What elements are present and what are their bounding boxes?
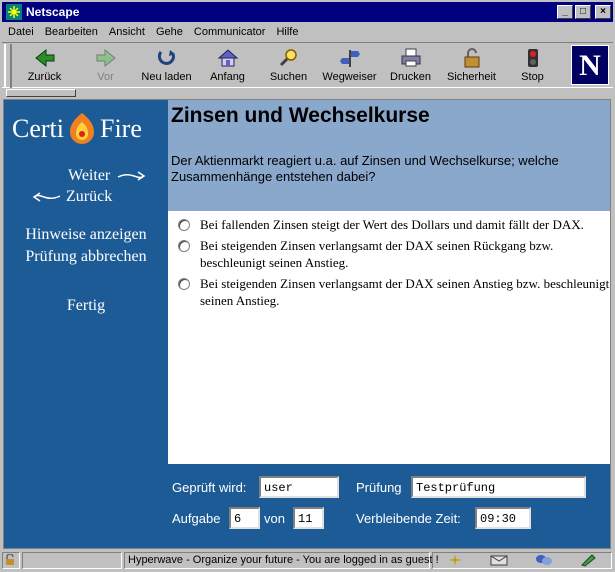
collapsed-location-bar bbox=[2, 89, 613, 97]
exam-info-bar: Geprüft wird: user Prüfung Testprüfung A… bbox=[168, 464, 610, 548]
status-message: Hyperwave - Organize your future - You a… bbox=[128, 554, 439, 566]
next-link[interactable]: Weiter bbox=[68, 167, 146, 185]
stop-button-label: Stop bbox=[521, 71, 544, 83]
menu-datei[interactable]: Datei bbox=[8, 26, 34, 38]
brand-right: Fire bbox=[100, 114, 142, 143]
print-button[interactable]: Drucken bbox=[380, 43, 441, 87]
stop-button[interactable]: Stop bbox=[502, 43, 563, 87]
search-button[interactable]: Suchen bbox=[258, 43, 319, 87]
security-button-label: Sicherheit bbox=[447, 71, 496, 83]
back-arrow-icon bbox=[34, 48, 54, 68]
newsgroup-icon[interactable] bbox=[535, 553, 553, 567]
progress-cell bbox=[22, 551, 122, 569]
netscape-logo[interactable]: N bbox=[571, 45, 609, 85]
print-icon bbox=[401, 48, 420, 67]
answer-text-2: Bei steigenden Zinsen verlangsamt der DA… bbox=[200, 238, 554, 270]
forward-arrow-icon bbox=[96, 48, 116, 68]
window-title: Netscape bbox=[26, 5, 80, 19]
title-bar: Netscape _ □ × bbox=[0, 0, 615, 22]
right-arrow-icon bbox=[117, 171, 146, 181]
answer-radio-2[interactable] bbox=[178, 240, 190, 252]
flame-icon bbox=[70, 113, 94, 144]
menu-bar: Datei Bearbeiten Ansicht Gehe Communicat… bbox=[2, 22, 613, 41]
certifire-logo: Certi Fire bbox=[12, 112, 142, 146]
minimize-button[interactable]: _ bbox=[557, 5, 573, 19]
netscape-app-icon bbox=[6, 4, 22, 20]
home-button[interactable]: Anfang bbox=[197, 43, 258, 87]
status-message-cell: Hyperwave - Organize your future - You a… bbox=[124, 551, 439, 569]
question-text: Der Aktienmarkt reagiert u.a. auf Zinsen… bbox=[171, 153, 559, 184]
forward-button[interactable]: Vor bbox=[75, 43, 136, 87]
menu-bearbeiten[interactable]: Bearbeiten bbox=[45, 26, 98, 38]
question-area: Zinsen und Wechselkurse Der Aktienmarkt … bbox=[168, 100, 610, 464]
answer-radio-3[interactable] bbox=[178, 278, 190, 290]
reload-button[interactable]: Neu laden bbox=[136, 43, 197, 87]
exam-label: Prüfung bbox=[356, 480, 402, 495]
question-title: Zinsen und Wechselkurse bbox=[171, 104, 430, 127]
brand-left: Certi bbox=[12, 114, 64, 143]
mail-icon[interactable] bbox=[490, 553, 508, 567]
remaining-time-label: Verbleibende Zeit: bbox=[356, 511, 461, 526]
lock-icon bbox=[464, 48, 479, 68]
location-bar-tab[interactable] bbox=[6, 89, 76, 97]
print-button-label: Drucken bbox=[390, 71, 431, 83]
examinee-field[interactable]: user bbox=[259, 476, 339, 498]
toolbar-grip[interactable] bbox=[4, 44, 12, 88]
reload-button-label: Neu laden bbox=[141, 71, 192, 83]
home-icon bbox=[217, 49, 238, 67]
status-bar: Hyperwave - Organize your future - You a… bbox=[2, 550, 613, 570]
close-button[interactable]: × bbox=[595, 5, 611, 19]
answer-text-1: Bei fallenden Zinsen steigt der Wert des… bbox=[200, 217, 584, 232]
answer-option: Bei steigenden Zinsen verlangsamt der DA… bbox=[168, 237, 610, 271]
guide-button[interactable]: Wegweiser bbox=[319, 43, 380, 87]
menu-hilfe[interactable]: Hilfe bbox=[276, 26, 298, 38]
maximize-button[interactable]: □ bbox=[575, 5, 591, 19]
guide-icon bbox=[339, 50, 360, 67]
exam-field[interactable]: Testprüfung bbox=[411, 476, 586, 498]
component-bar bbox=[432, 551, 612, 569]
security-button[interactable]: Sicherheit bbox=[441, 43, 502, 87]
reload-icon bbox=[157, 50, 175, 65]
abort-exam-link[interactable]: Prüfung abbrechen bbox=[4, 248, 168, 266]
sidebar: Certi Fire Weiter Zurück Hinweise anzeig… bbox=[4, 100, 168, 548]
of-label: von bbox=[264, 511, 285, 526]
answer-option: Bei steigenden Zinsen verlangsamt der DA… bbox=[168, 275, 610, 309]
left-arrow-icon bbox=[32, 192, 61, 202]
security-status-cell[interactable] bbox=[2, 551, 20, 569]
show-hints-link[interactable]: Hinweise anzeigen bbox=[4, 226, 168, 244]
back-link-label: Zurück bbox=[66, 188, 113, 205]
home-button-label: Anfang bbox=[210, 71, 245, 83]
back-button[interactable]: Zurück bbox=[14, 43, 75, 87]
guide-button-label: Wegweiser bbox=[322, 71, 377, 83]
search-button-label: Suchen bbox=[269, 71, 308, 83]
answer-radio-1[interactable] bbox=[178, 219, 190, 231]
back-button-label: Zurück bbox=[27, 71, 62, 83]
back-link[interactable]: Zurück bbox=[32, 188, 112, 206]
navigation-toolbar: Zurück Vor Neu laden Anfang Suchen Wegwe… bbox=[2, 42, 613, 88]
stop-icon bbox=[527, 49, 538, 67]
task-label: Aufgabe bbox=[172, 511, 221, 526]
remaining-time-field[interactable]: 09:30 bbox=[475, 507, 531, 529]
done-link[interactable]: Fertig bbox=[4, 297, 168, 315]
search-icon bbox=[279, 49, 297, 67]
menu-gehe[interactable]: Gehe bbox=[156, 26, 183, 38]
open-lock-icon bbox=[6, 554, 14, 565]
answer-option: Bei fallenden Zinsen steigt der Wert des… bbox=[168, 216, 610, 233]
examinee-label: Geprüft wird: bbox=[172, 480, 247, 495]
menu-ansicht[interactable]: Ansicht bbox=[109, 26, 145, 38]
next-link-label: Weiter bbox=[68, 167, 111, 184]
question-header: Zinsen und Wechselkurse Der Aktienmarkt … bbox=[168, 100, 610, 211]
answer-options: Bei fallenden Zinsen steigt der Wert des… bbox=[168, 216, 610, 313]
menu-communicator[interactable]: Communicator bbox=[194, 26, 266, 38]
page-content: Certi Fire Weiter Zurück Hinweise anzeig… bbox=[3, 99, 611, 549]
task-total-field[interactable]: 11 bbox=[293, 507, 324, 529]
task-number-field[interactable]: 6 bbox=[229, 507, 260, 529]
navigator-icon[interactable] bbox=[447, 553, 463, 567]
composer-icon[interactable] bbox=[580, 553, 598, 567]
answer-text-3: Bei steigenden Zinsen verlangsamt der DA… bbox=[200, 276, 610, 308]
forward-button-label: Vor bbox=[97, 71, 114, 83]
